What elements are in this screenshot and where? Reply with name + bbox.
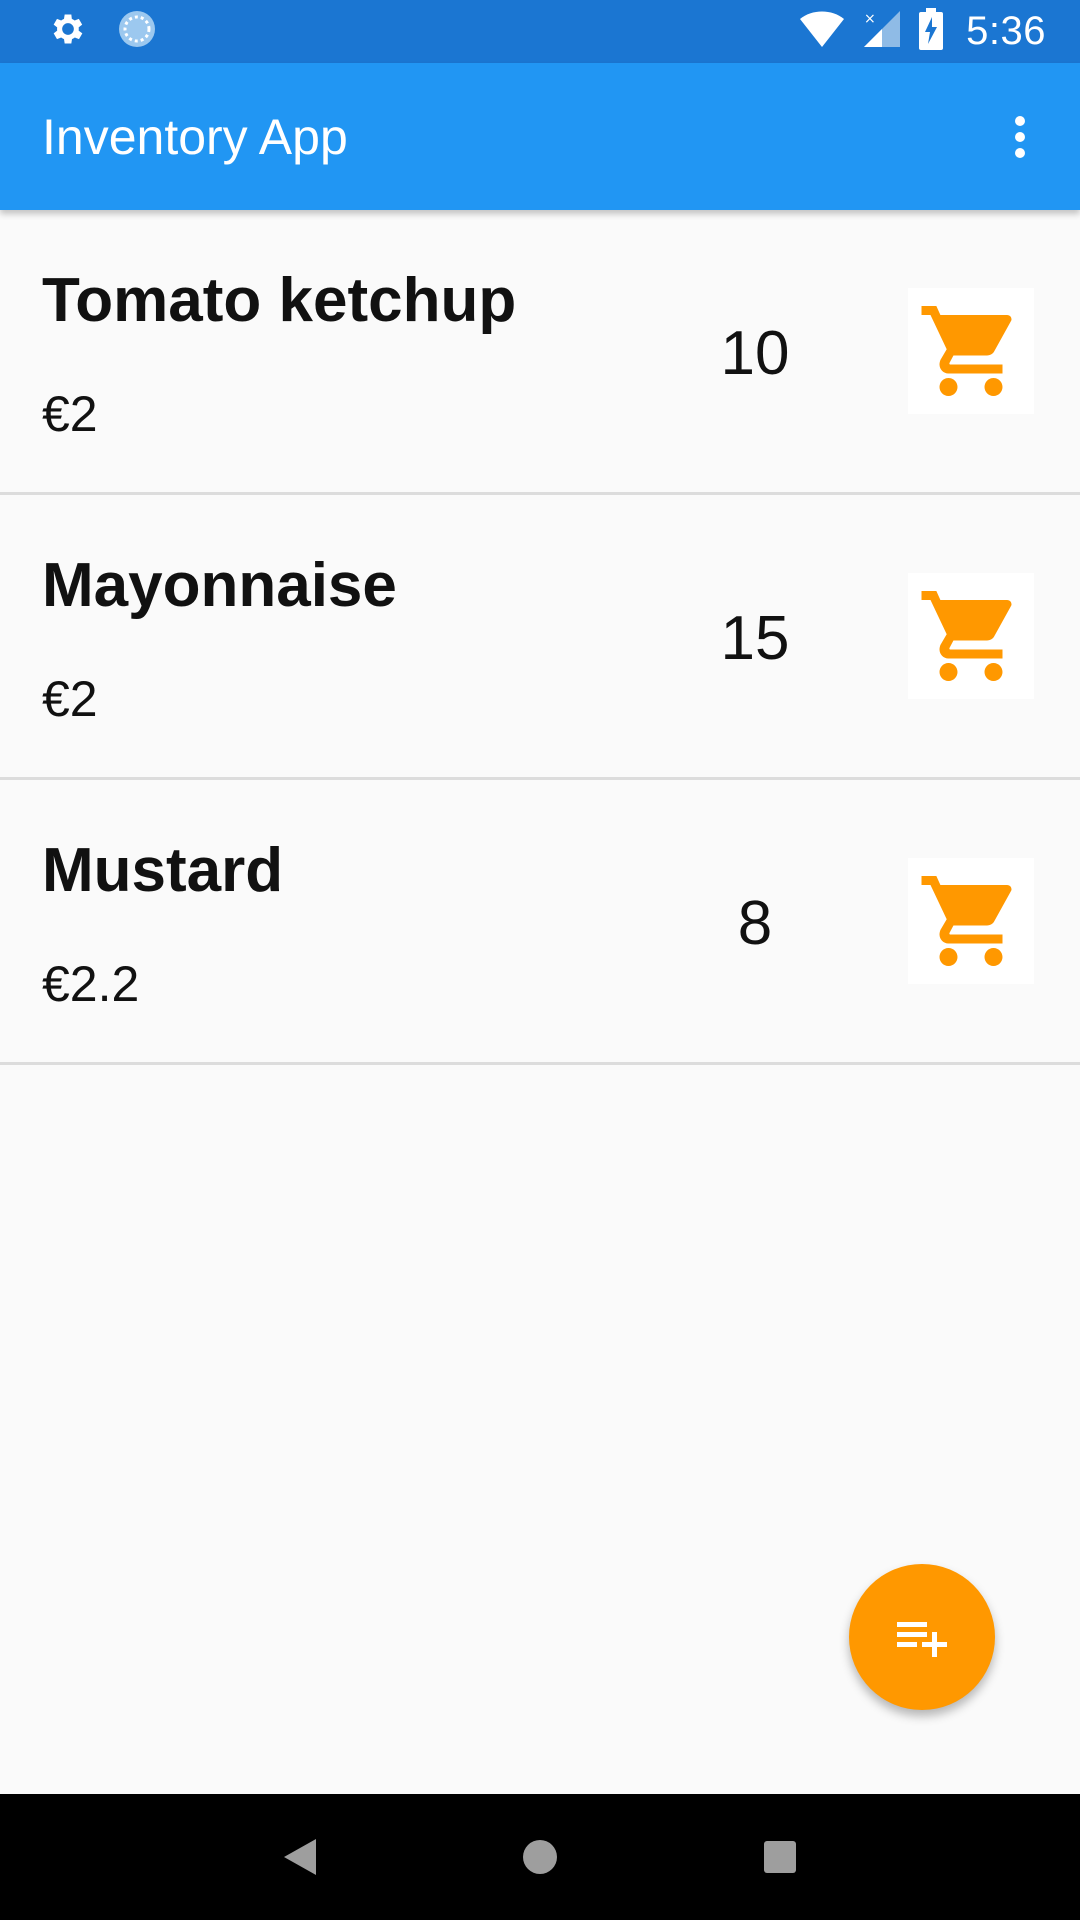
- product-quantity: 15: [720, 604, 790, 673]
- add-product-button[interactable]: [849, 1564, 995, 1710]
- product-name: Tomato ketchup: [42, 266, 517, 335]
- product-price: €2: [42, 386, 98, 442]
- playlist-add-icon: [897, 1622, 947, 1657]
- status-left: [48, 8, 186, 55]
- back-icon: [284, 1839, 316, 1875]
- battery-charging-icon: [918, 8, 944, 55]
- sync-icon: [116, 8, 158, 55]
- cart-icon: [921, 591, 1012, 681]
- sell-button[interactable]: [908, 288, 1034, 414]
- product-name: Mustard: [42, 836, 284, 905]
- recents-icon: [764, 1841, 796, 1873]
- cart-icon: [921, 876, 1012, 966]
- list-item[interactable]: Mustard €2.2 8: [0, 780, 1080, 1065]
- list-item[interactable]: Mayonnaise €2 15: [0, 495, 1080, 780]
- more-options-button[interactable]: [990, 97, 1050, 177]
- svg-text:×: ×: [864, 11, 876, 27]
- status-time: 5:36: [966, 9, 1046, 53]
- status-bar: × 5:36: [0, 0, 1080, 63]
- list-item[interactable]: Tomato ketchup €2 10: [0, 210, 1080, 495]
- app-bar: Inventory App: [0, 63, 1080, 210]
- signal-icon: ×: [862, 9, 902, 54]
- settings-icon: [48, 9, 88, 54]
- product-quantity: 8: [737, 889, 773, 958]
- sell-button[interactable]: [908, 858, 1034, 984]
- recents-button[interactable]: [735, 1812, 825, 1902]
- app-title: Inventory App: [42, 108, 348, 165]
- sell-button[interactable]: [908, 573, 1034, 699]
- product-quantity: 10: [720, 319, 790, 388]
- navigation-bar: [0, 1794, 1080, 1920]
- back-button[interactable]: [255, 1812, 345, 1902]
- wifi-icon: [798, 9, 846, 54]
- product-name: Mayonnaise: [42, 551, 397, 620]
- cart-icon: [921, 306, 1012, 396]
- home-button[interactable]: [495, 1812, 585, 1902]
- home-icon: [523, 1840, 557, 1874]
- product-price: €2: [42, 671, 98, 727]
- status-right: × 5:36: [782, 8, 1046, 55]
- product-list: Tomato ketchup €2 10 Mayonnaise €2 15 Mu…: [0, 210, 1080, 1065]
- product-price: €2.2: [42, 956, 140, 1012]
- more-vert-icon: [1015, 115, 1025, 158]
